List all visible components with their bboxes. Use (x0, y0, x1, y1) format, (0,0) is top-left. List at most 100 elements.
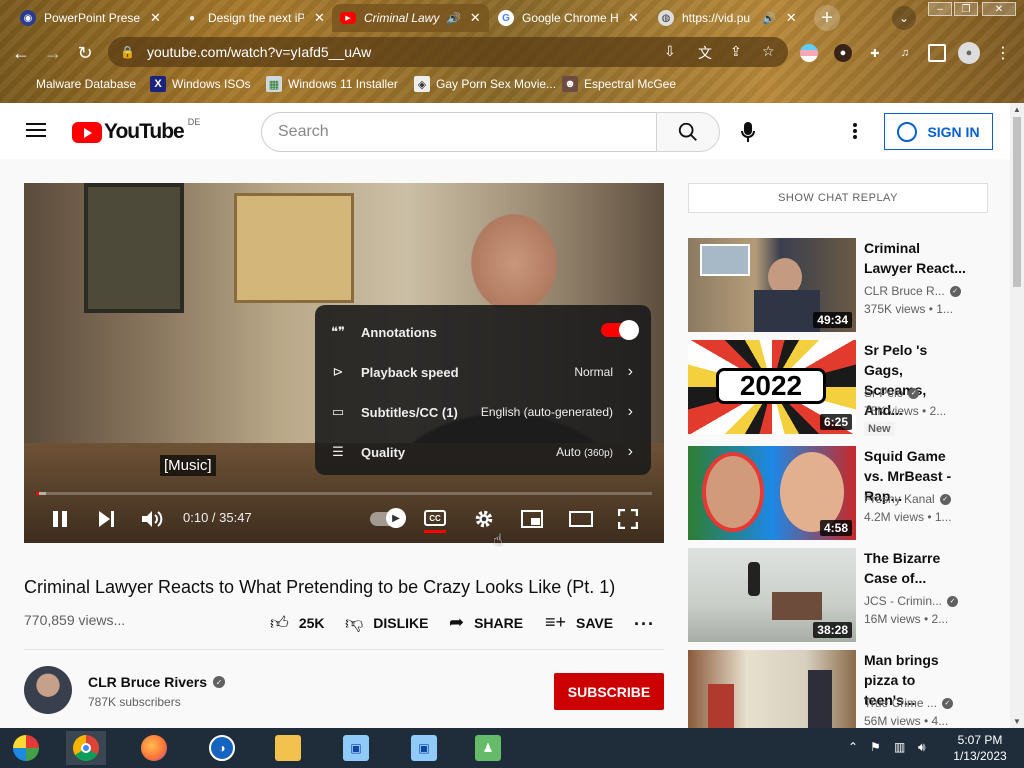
close-icon[interactable]: ✕ (628, 10, 639, 26)
like-button[interactable]: 👍︎ 25K (270, 612, 325, 634)
address-bar[interactable]: 🔒 youtube.com/watch?v=yIafd5__uAw ⇩ 文 ⇪ … (108, 37, 788, 67)
bookmark-star-icon[interactable]: ☆ (762, 43, 775, 60)
minimize-button[interactable]: – (928, 2, 952, 16)
settings-kebab-icon[interactable] (845, 119, 865, 143)
fullscreen-button[interactable] (616, 507, 640, 531)
search-input[interactable]: Search (261, 112, 657, 152)
volume-tray-icon[interactable]: 🔊︎ (918, 740, 926, 755)
tray-chevron-icon[interactable]: ⌃ (848, 740, 858, 754)
taskbar-obama-app[interactable]: ◑ (202, 731, 242, 765)
close-icon[interactable]: ✕ (314, 10, 325, 26)
speaker-icon[interactable]: 🔊 (446, 12, 460, 25)
recommendation-title[interactable]: The Bizarre Case of... (864, 548, 968, 588)
forward-icon[interactable]: → (42, 42, 64, 64)
more-actions-icon[interactable]: ··· (634, 614, 655, 635)
subscribe-button[interactable]: SUBSCRIBE (554, 673, 664, 710)
recommendation-channel[interactable]: Sr Pelo ✓ (864, 386, 920, 400)
close-icon[interactable]: ✕ (150, 10, 161, 26)
channel-name[interactable]: CLR Bruce Rivers ✓ (88, 674, 226, 690)
reload-icon[interactable]: ↻ (74, 42, 96, 64)
menu-icon[interactable] (26, 123, 46, 137)
page-scrollbar[interactable]: ▲ ▼ (1010, 103, 1024, 728)
subtitles-button[interactable]: CC (424, 510, 446, 526)
scroll-up-icon[interactable]: ▲ (1013, 105, 1021, 114)
recommendation-title[interactable]: Criminal Lawyer React... (864, 238, 968, 278)
channel-avatar[interactable] (24, 666, 72, 714)
taskbar-firefox[interactable] (134, 731, 174, 765)
volume-button[interactable] (140, 507, 164, 531)
flag-icon[interactable]: ⚑ (870, 740, 881, 754)
youtube-logo[interactable]: YouTube DE (72, 117, 200, 144)
video-player[interactable]: [Music] ❝❞ Annotations ⊳ Playback speed … (24, 183, 664, 543)
scrollbar-thumb[interactable] (1013, 117, 1021, 287)
search-button[interactable] (656, 112, 720, 152)
save-button[interactable]: ≡+ SAVE (545, 612, 613, 633)
translate-icon[interactable]: 文 (698, 43, 712, 63)
settings-quality-row[interactable]: ☰ Quality Auto (360p) › (315, 432, 651, 472)
settings-subtitles-row[interactable]: ▭ Subtitles/CC (1) English (auto-generat… (315, 392, 651, 432)
tab-design-iphone[interactable]: ● Design the next iP ✕ (176, 4, 333, 32)
taskbar-app-1[interactable]: ▣ (336, 731, 376, 765)
tab-search-button[interactable]: ⌄ (892, 6, 916, 30)
avatar-extension-icon[interactable]: ● (834, 44, 852, 62)
autoplay-toggle[interactable] (370, 508, 406, 528)
bookmark-espectral-mcgee[interactable]: ☻ Espectral McGee (562, 76, 676, 92)
tab-vid-pu[interactable]: ◍ https://vid.pu 🔊 ✕ (650, 4, 805, 32)
chrome-menu-icon[interactable]: ⋮ (994, 44, 1012, 62)
media-control-icon[interactable]: ♫ (896, 44, 914, 62)
system-clock[interactable]: 5:07 PM 1/13/2023 (942, 732, 1018, 764)
close-icon[interactable]: ✕ (786, 10, 797, 26)
speaker-icon[interactable]: 🔊 (762, 12, 776, 25)
settings-button[interactable] (472, 507, 496, 531)
close-window-button[interactable]: ✕ (982, 2, 1016, 16)
tab-chrome-help[interactable]: G Google Chrome He ✕ (490, 4, 647, 32)
tab-powerpoint[interactable]: ◉ PowerPoint Presen ✕ (12, 4, 169, 32)
taskbar-app-2[interactable]: ▣ (404, 731, 444, 765)
voice-search-button[interactable] (730, 114, 766, 150)
video-thumbnail[interactable]: 49:34 (688, 238, 856, 332)
bookmark-movie-site[interactable]: ◈ Gay Porn Sex Movie... (414, 76, 556, 92)
view-count[interactable]: 770,859 views... (24, 612, 125, 628)
restore-button[interactable]: ❐ (954, 2, 978, 16)
share-button[interactable]: ➦ SHARE (449, 612, 523, 633)
video-thumbnail[interactable] (688, 650, 856, 728)
share-icon[interactable]: ⇪ (730, 43, 742, 60)
video-thumbnail[interactable]: 2022 6:25 (688, 340, 856, 434)
recommendation-item[interactable]: 4:58 Squid Game vs. MrBeast - Rap... Fre… (688, 446, 1008, 540)
bookmark-windows-isos[interactable]: X Windows ISOs (150, 76, 251, 92)
dislike-button[interactable]: 👎︎ DISLIKE (345, 612, 429, 634)
annotations-toggle[interactable] (601, 320, 639, 340)
recommendation-item[interactable]: 38:28 The Bizarre Case of... JCS - Crimi… (688, 548, 1008, 642)
recommendation-channel[interactable]: CLR Bruce R... ✓ (864, 284, 961, 298)
install-icon[interactable]: ⇩ (664, 43, 676, 60)
recommendation-channel[interactable]: Freshy Kanal ✓ (864, 492, 951, 506)
scroll-down-icon[interactable]: ▼ (1013, 717, 1021, 726)
recommendation-item[interactable]: Man brings pizza to teen's... True Crime… (688, 650, 1008, 728)
pride-flag-extension-icon[interactable] (800, 44, 818, 62)
theater-mode-button[interactable] (568, 507, 594, 531)
pause-button[interactable] (48, 507, 72, 531)
recommendation-item[interactable]: 2022 6:25 Sr Pelo 's Gags, Screams, And.… (688, 340, 1008, 436)
close-icon[interactable]: ✕ (470, 10, 481, 26)
recommendation-item[interactable]: 49:34 Criminal Lawyer React... CLR Bruce… (688, 238, 1008, 332)
start-button[interactable] (6, 731, 46, 765)
progress-bar[interactable] (36, 492, 652, 495)
show-chat-replay-button[interactable]: SHOW CHAT REPLAY (688, 183, 988, 213)
sign-in-button[interactable]: SIGN IN (884, 113, 993, 150)
video-thumbnail[interactable]: 38:28 (688, 548, 856, 642)
bookmark-windows-11-installer[interactable]: ▦ Windows 11 Installer (266, 76, 398, 92)
puzzle-extensions-icon[interactable]: ✚ (866, 44, 884, 62)
tab-criminal-lawyer[interactable]: ▶ Criminal Lawy 🔊 ✕ (332, 4, 489, 32)
settings-annotations-row[interactable]: ❝❞ Annotations (315, 312, 651, 352)
next-button[interactable] (94, 507, 118, 531)
recommendation-channel[interactable]: JCS - Crimin... ✓ (864, 594, 958, 608)
profile-icon[interactable]: ● (958, 42, 980, 64)
bookmark-malware-database[interactable]: Malware Database (14, 76, 136, 92)
back-icon[interactable]: ← (10, 42, 32, 64)
video-thumbnail[interactable]: 4:58 (688, 446, 856, 540)
taskbar-network-app[interactable]: ♟ (468, 731, 508, 765)
taskbar-file-explorer[interactable] (268, 731, 308, 765)
taskbar-chrome[interactable] (66, 731, 106, 765)
network-icon[interactable]: ▥ (894, 740, 905, 754)
side-panel-icon[interactable] (928, 44, 946, 62)
